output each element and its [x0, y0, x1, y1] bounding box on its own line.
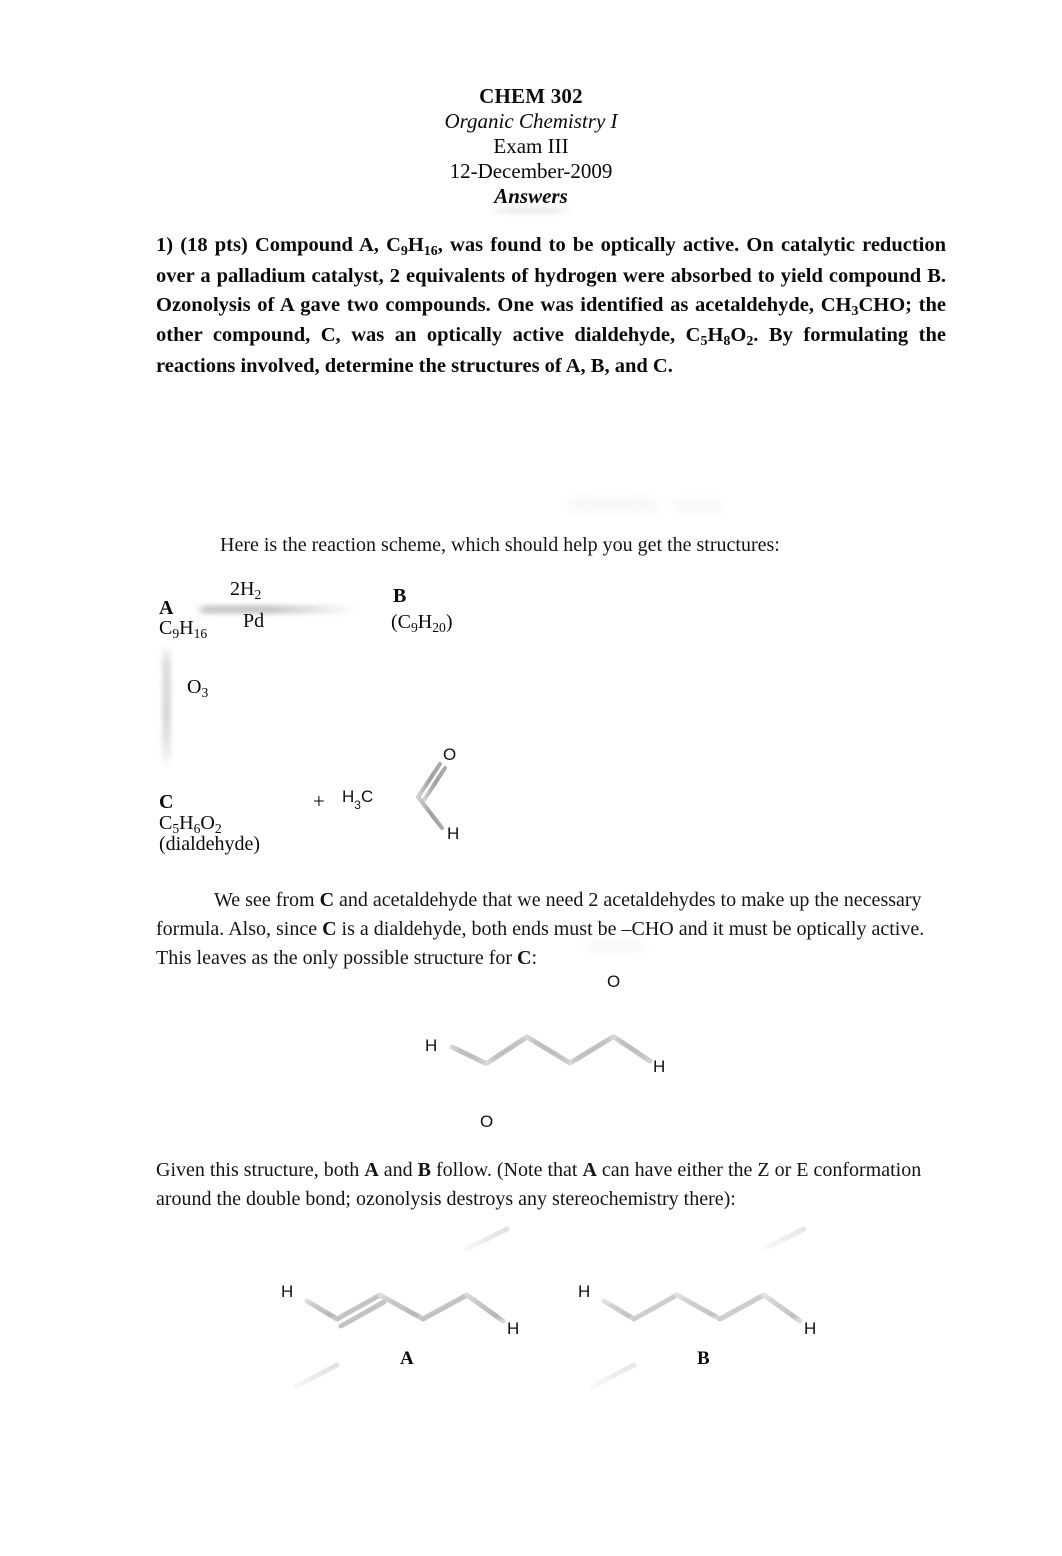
structure-c-h-left: H	[425, 1036, 437, 1055]
document-header: CHEM 302 Organic Chemistry I Exam III 12…	[0, 84, 1062, 209]
reagent-hydrogen: 2H2	[230, 578, 262, 602]
structure-c-h-right: H	[653, 1057, 665, 1076]
structure-c-o-top: O	[607, 972, 620, 991]
exam-date: 12-December-2009	[449, 158, 613, 183]
scheme-compound-c-label: C	[159, 791, 174, 813]
paragraph-compound-ab: Given this structure, both A and B follo…	[156, 1159, 922, 1211]
structure-a-h-right: H	[507, 1319, 519, 1338]
scheme-compound-b-formula: (C9H20)	[391, 611, 453, 635]
hydrogenation-arrow	[196, 605, 358, 614]
structure-b-molecule: H H	[572, 1226, 842, 1435]
document-page: CHEM 302 Organic Chemistry I Exam III 12…	[0, 0, 1062, 1556]
scan-artifact	[565, 498, 660, 512]
scheme-compound-a-label: A	[159, 597, 174, 619]
problem-number: 1) (18 pts)	[156, 234, 248, 256]
paragraph-compound-c: We see from C and acetaldehyde that we n…	[156, 889, 925, 970]
acetaldehyde-methyl-label: H3C	[342, 787, 373, 812]
reagent-palladium: Pd	[243, 610, 265, 632]
ozonolysis-arrow	[162, 648, 171, 768]
scheme-compound-c-note: (dialdehyde)	[159, 833, 261, 855]
scheme-compound-b-label: B	[393, 585, 407, 607]
course-subtitle: Organic Chemistry I	[444, 108, 618, 133]
structure-b-h-left: H	[578, 1282, 590, 1301]
structure-a-label: A	[400, 1348, 414, 1369]
intro-line: Here is the reaction scheme, which shoul…	[220, 534, 780, 556]
problem-statement: 1) (18 pts) Compound A, C9H16, was found…	[156, 234, 947, 378]
scan-artifact	[672, 500, 724, 512]
acetaldehyde-hydrogen-label: H	[447, 824, 459, 843]
answers-label: Answers	[494, 183, 568, 208]
reagent-ozone: O3	[187, 676, 209, 700]
scheme-compound-a-formula: C9H16	[159, 617, 208, 641]
acetaldehyde-oxygen-label: O	[443, 745, 456, 764]
structure-c-molecule: H O O H	[395, 965, 705, 1155]
structure-b-label: B	[697, 1348, 710, 1369]
scheme-compound-c-formula: C5H6O2	[159, 812, 222, 836]
acetaldehyde-structure: H3C O H	[340, 740, 480, 850]
structure-a-molecule: H H	[275, 1226, 545, 1435]
structure-b-h-right: H	[804, 1319, 816, 1338]
exam-number: Exam III	[493, 133, 569, 158]
structure-a-h-left: H	[281, 1282, 293, 1301]
course-title: CHEM 302	[479, 84, 583, 108]
plus-sign: +	[313, 789, 325, 813]
structure-c-o-bottom: O	[480, 1112, 493, 1131]
